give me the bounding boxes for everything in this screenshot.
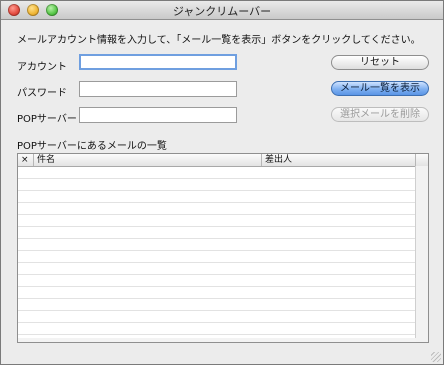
app-window: ジャンクリムーバー メールアカウント情報を入力して、「メール一覧を表示」ボタンを… (0, 0, 444, 365)
account-label: アカウント (17, 62, 67, 73)
account-input[interactable] (79, 54, 237, 70)
table-row[interactable] (18, 322, 416, 335)
show-mail-list-button[interactable]: メール一覧を表示 (331, 81, 429, 96)
password-input[interactable] (79, 81, 237, 97)
pop-server-input[interactable] (79, 107, 237, 123)
mail-table[interactable]: × 件名 差出人 (17, 153, 429, 343)
sender-column-header[interactable]: 差出人 (262, 154, 416, 166)
title-bar[interactable]: ジャンクリムーバー (1, 1, 443, 20)
table-horizontal-scrollbar[interactable] (18, 338, 416, 342)
window-title: ジャンクリムーバー (172, 5, 272, 18)
reset-button[interactable]: リセット (331, 55, 429, 70)
password-label: パスワード (17, 88, 67, 99)
delete-column-header[interactable]: × (18, 154, 34, 166)
instructions-text: メールアカウント情報を入力して、「メール一覧を表示」ボタンをクリックしてください… (17, 35, 421, 46)
delete-selected-button[interactable]: 選択メールを削除 (331, 107, 429, 122)
table-vertical-scrollbar[interactable] (415, 166, 428, 342)
resize-grip-icon[interactable] (431, 352, 441, 362)
subject-column-header[interactable]: 件名 (34, 154, 262, 166)
pop-server-label: POPサーバー (17, 114, 77, 125)
mail-list-title: POPサーバーにあるメールの一覧 (17, 141, 167, 152)
